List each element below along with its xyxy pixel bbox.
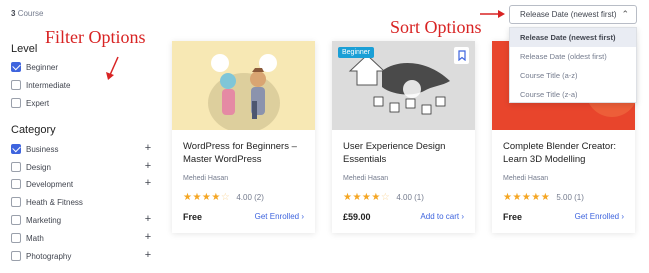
wordpress-illustration-icon [208,54,280,130]
checkbox-checked-icon[interactable] [11,144,21,154]
sort-arrow-icon [480,10,505,18]
star-rating-icon: ★★★★★ [503,192,551,203]
sort-dropdown-menu: Release Date (newest first) Release Date… [509,27,637,103]
course-title[interactable]: User Experience Design Essentials [343,140,468,166]
category-option-photography[interactable]: Photography [11,250,71,262]
category-option-label: Heath & Fitness [26,197,83,207]
course-rating: ★★★★★ 5.00 (1) [503,192,584,203]
sort-selected-value: Release Date (newest first) [520,10,617,19]
course-title[interactable]: Complete Blender Creator: Learn 3D Model… [503,140,628,166]
level-option-label: Expert [26,98,50,108]
checkbox-icon[interactable] [11,251,21,261]
category-option-label: Math [26,233,44,243]
category-heading: Category [11,124,56,136]
chevron-right-icon: › [301,212,304,221]
category-option-development[interactable]: Development [11,178,73,190]
category-option-label: Design [26,162,51,172]
category-option-business[interactable]: Business [11,143,58,155]
sort-option-newest[interactable]: Release Date (newest first) [510,28,636,47]
category-option-design[interactable]: Design [11,161,51,173]
sort-options-annotation: Sort Options [390,17,482,37]
category-option-label: Marketing [26,215,62,225]
filter-arrow-icon [106,56,119,80]
sort-option-title-za[interactable]: Course Title (z-a) [510,85,636,104]
category-option-label: Business [26,144,59,154]
checkbox-checked-icon[interactable] [11,62,21,72]
course-rating: ★★★★☆ 4.00 (1) [343,192,424,203]
category-option-heath-fitness[interactable]: Heath & Fitness [11,196,83,208]
course-card[interactable]: Beginner User Experience Design Essentia… [332,41,475,233]
category-option-math[interactable]: Math [11,232,44,244]
category-option-label: Development [26,179,74,189]
get-enrolled-link[interactable]: Get Enrolled › [255,212,304,221]
sort-option-title-az[interactable]: Course Title (a-z) [510,66,636,85]
course-thumbnail[interactable]: Beginner [332,41,475,130]
checkbox-icon[interactable] [11,215,21,225]
checkbox-icon[interactable] [11,179,21,189]
bookmark-icon[interactable] [454,47,469,64]
category-option-marketing[interactable]: Marketing [11,214,61,226]
category-option-label: Photography [26,251,72,261]
course-count-label: Course [17,9,44,18]
chevron-right-icon: › [461,212,464,221]
sort-option-oldest[interactable]: Release Date (oldest first) [510,47,636,66]
rating-value: 4.00 [236,193,252,202]
course-count-number: 3 [11,9,16,18]
level-option-label: Intermediate [26,80,71,90]
star-rating-icon: ★★★★☆ [343,192,391,203]
level-option-expert[interactable]: Expert [11,97,49,109]
expand-plus-icon[interactable]: + [143,177,153,189]
course-price: Free [503,212,523,222]
course-card[interactable]: WordPress for Beginners – Master WordPre… [172,41,315,233]
get-enrolled-link[interactable]: Get Enrolled › [575,212,624,221]
level-option-label: Beginner [26,62,59,72]
level-option-intermediate[interactable]: Intermediate [11,79,70,91]
expand-plus-icon[interactable]: + [143,231,153,243]
cta-label: Add to cart [420,212,460,221]
expand-plus-icon[interactable]: + [143,249,153,261]
course-price: £59.00 [343,212,371,222]
checkbox-icon[interactable] [11,233,21,243]
expand-plus-icon[interactable]: + [143,142,153,154]
add-to-cart-link[interactable]: Add to cart › [420,212,464,221]
level-badge: Beginner [338,47,375,58]
checkbox-icon[interactable] [11,197,21,207]
course-author: Mehedi Hasan [183,175,229,182]
course-rating: ★★★★☆ 4.00 (2) [183,192,264,203]
expand-plus-icon[interactable]: + [143,160,153,172]
chevron-right-icon: › [621,212,624,221]
rating-count: (2) [254,193,264,202]
course-price: Free [183,212,203,222]
course-author: Mehedi Hasan [503,175,549,182]
checkbox-icon[interactable] [11,98,21,108]
filter-options-annotation: Filter Options [45,27,146,47]
rating-count: (1) [574,193,584,202]
sort-select[interactable]: Release Date (newest first) ⌃ [509,5,637,24]
rating-value: 4.00 [396,193,412,202]
cta-label: Get Enrolled [574,212,620,221]
expand-plus-icon[interactable]: + [143,213,153,225]
course-author: Mehedi Hasan [343,175,389,182]
chevron-up-icon: ⌃ [621,9,629,19]
course-title[interactable]: WordPress for Beginners – Master WordPre… [183,140,308,166]
checkbox-icon[interactable] [11,162,21,172]
course-thumbnail[interactable] [172,41,315,130]
checkbox-icon[interactable] [11,80,21,90]
rating-value: 5.00 [556,193,572,202]
rating-count: (1) [414,193,424,202]
course-count: 3 Course [11,9,43,18]
star-rating-icon: ★★★★☆ [183,192,231,203]
cta-label: Get Enrolled [254,212,300,221]
level-heading: Level [11,43,38,55]
level-option-beginner[interactable]: Beginner [11,61,58,73]
